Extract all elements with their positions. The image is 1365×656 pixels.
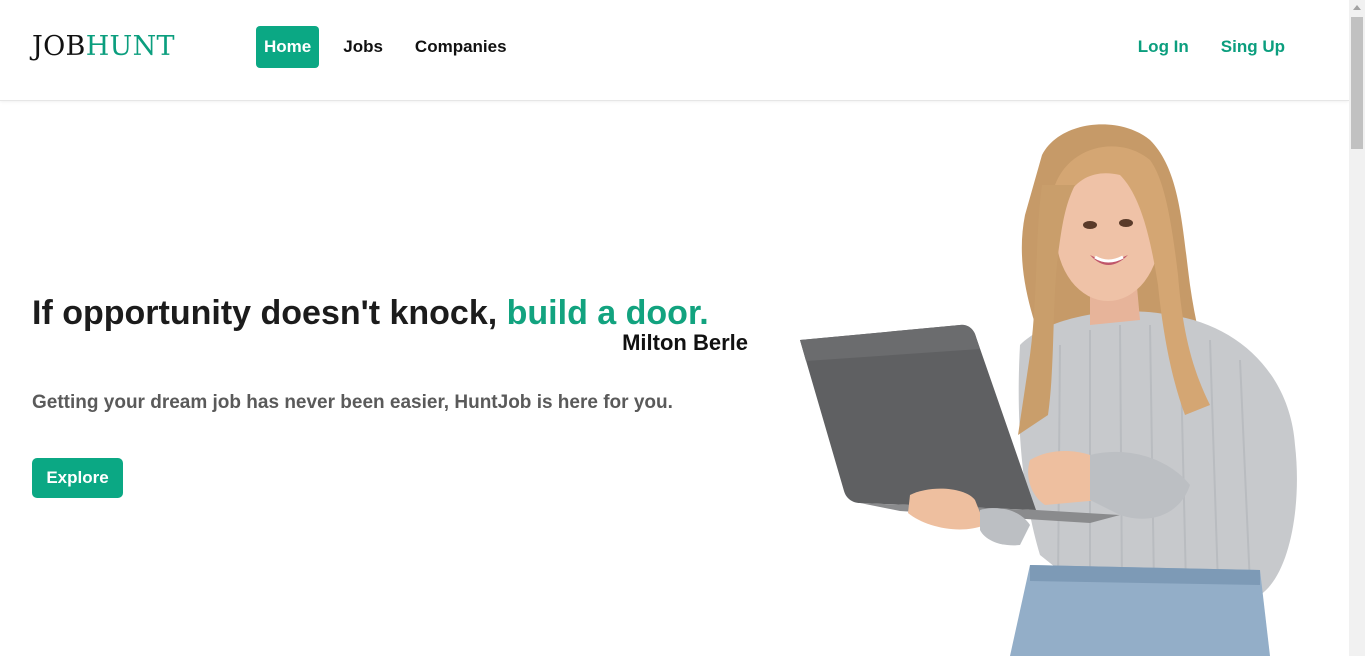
woman-with-laptop-illustration bbox=[800, 124, 1297, 656]
navbar: JOBHUNT Home Jobs Companies Log In Sing … bbox=[0, 0, 1349, 101]
brand-logo-part2: HUNT bbox=[85, 31, 175, 62]
auth-links: Log In Sing Up bbox=[1106, 26, 1285, 68]
hero-tagline: Getting your dream job has never been ea… bbox=[32, 392, 673, 413]
explore-button[interactable]: Explore bbox=[32, 458, 123, 498]
nav-jobs[interactable]: Jobs bbox=[335, 26, 391, 68]
page-scrollbar[interactable] bbox=[1349, 0, 1365, 656]
hero-section: If opportunity doesn't knock, build a do… bbox=[32, 290, 752, 414]
nav-home[interactable]: Home bbox=[256, 26, 320, 68]
signup-link[interactable]: Sing Up bbox=[1221, 26, 1285, 68]
scroll-thumb[interactable] bbox=[1351, 17, 1363, 149]
brand-logo[interactable]: JOBHUNT bbox=[32, 31, 175, 62]
nav-companies[interactable]: Companies bbox=[407, 26, 515, 68]
scroll-up-arrow-icon[interactable] bbox=[1353, 5, 1361, 10]
brand-logo-part1: JOB bbox=[32, 31, 86, 62]
hero-quote-accent: build a door. bbox=[506, 294, 709, 332]
main-nav: Home Jobs Companies bbox=[256, 26, 531, 68]
hero-quote-main: If opportunity doesn't knock, bbox=[32, 294, 507, 332]
login-link[interactable]: Log In bbox=[1138, 26, 1189, 68]
page: JOBHUNT Home Jobs Companies Log In Sing … bbox=[0, 0, 1365, 656]
